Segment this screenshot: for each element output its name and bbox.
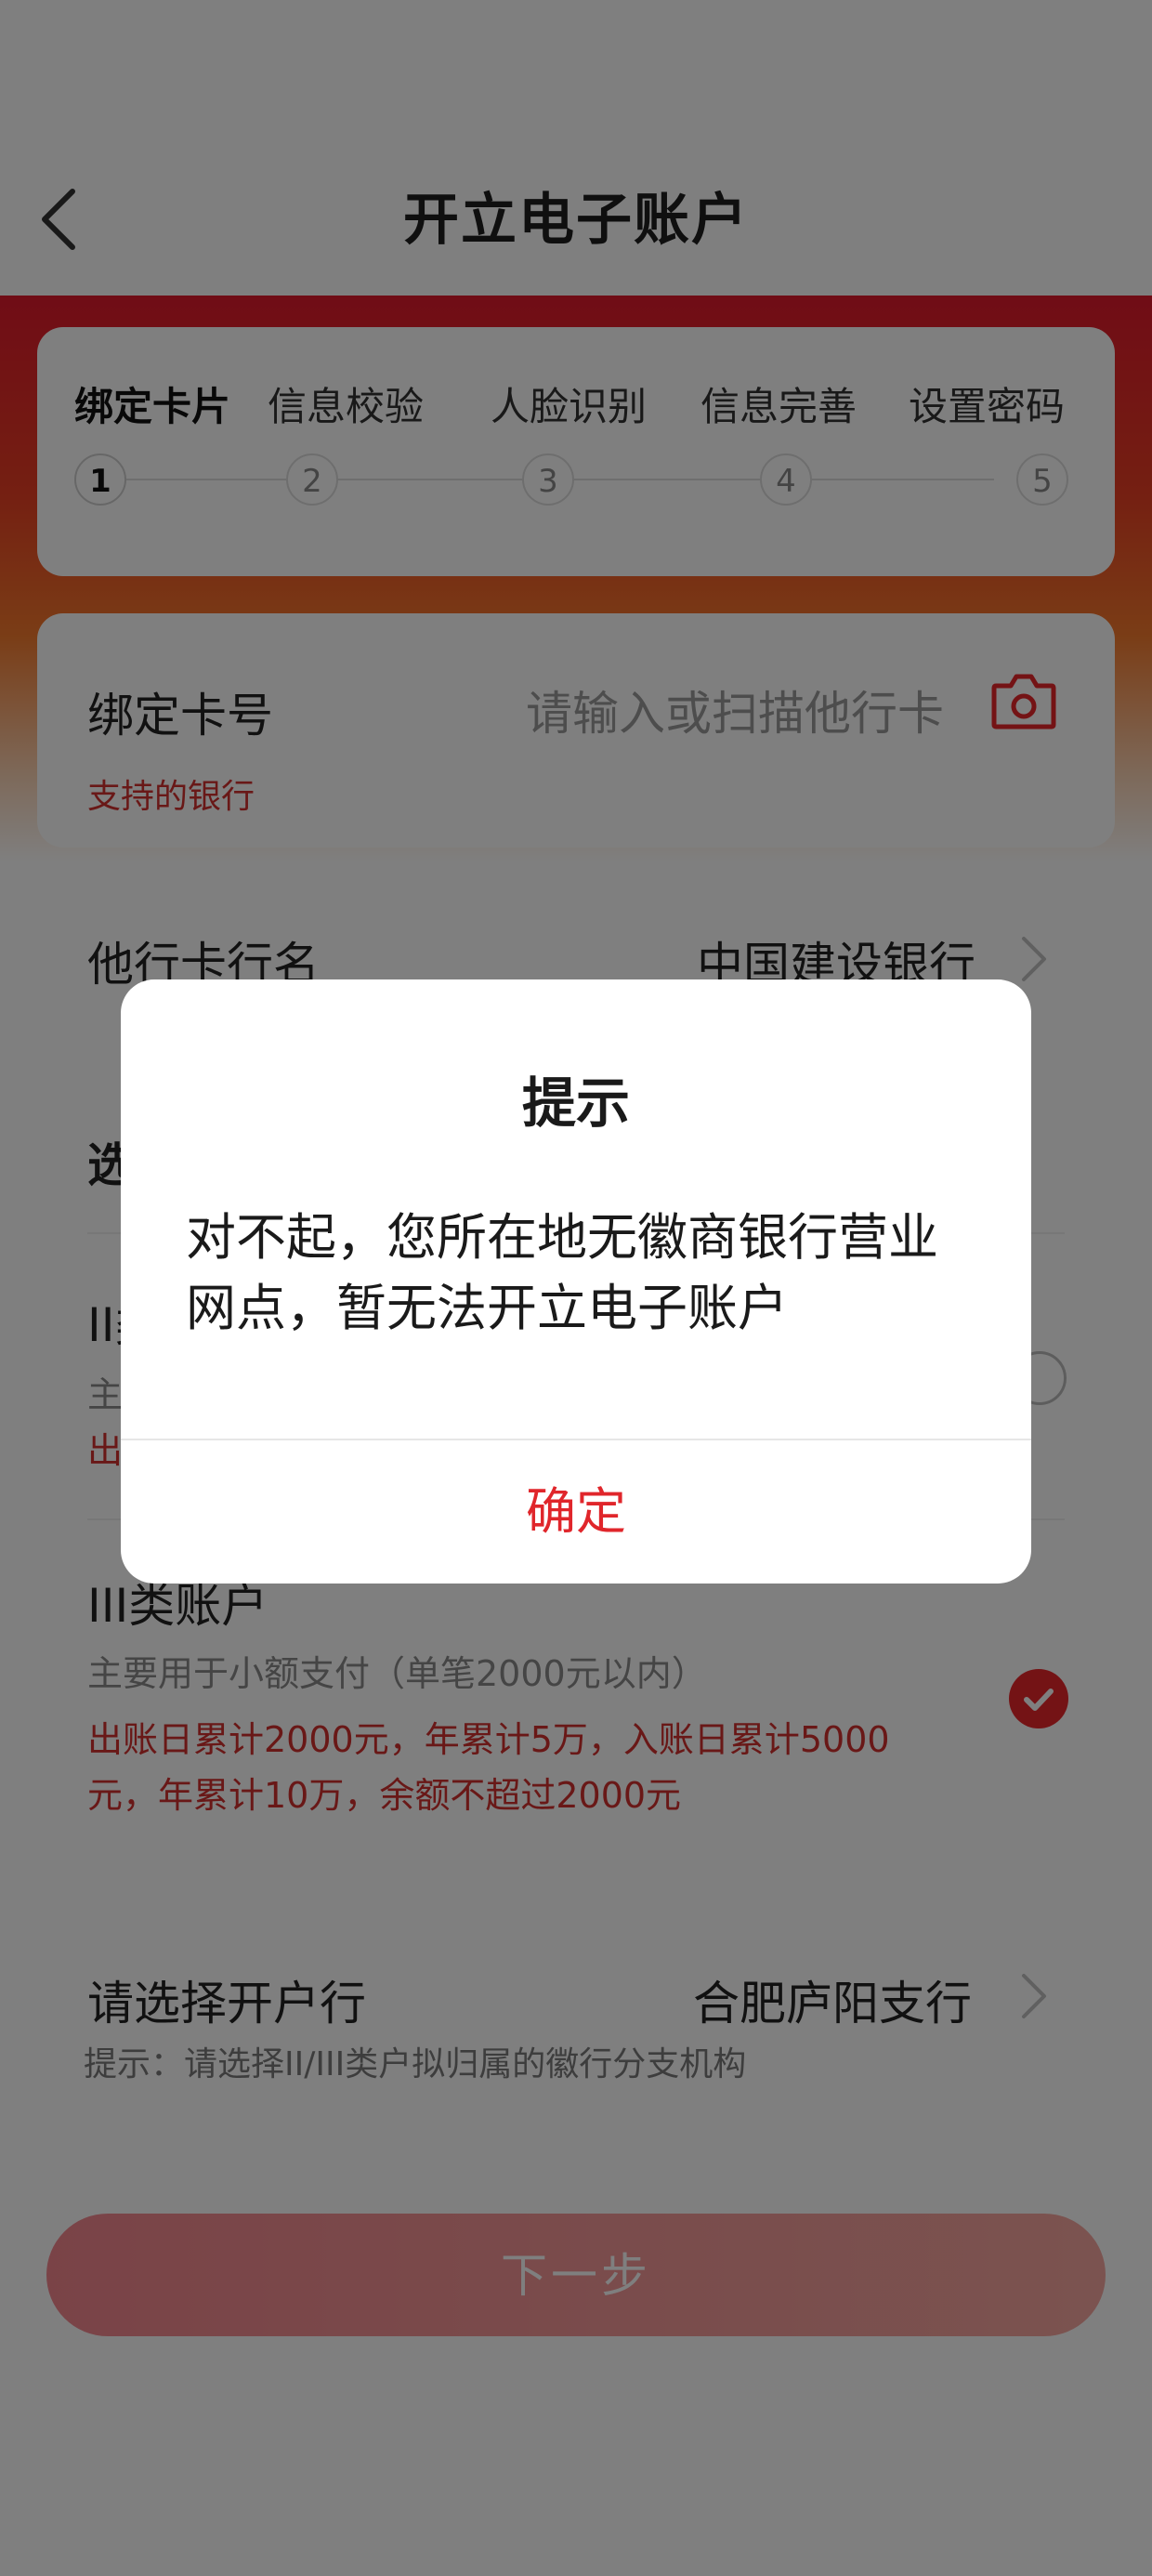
dialog-title: 提示 xyxy=(521,1071,630,1135)
dialog-confirm-button[interactable]: 确定 xyxy=(121,1440,1031,1584)
dialog-message: 对不起，您所在地无徽商银行营业网点，暂无法开立电子账户 xyxy=(186,1208,938,1337)
alert-dialog: 提示 对不起，您所在地无徽商银行营业网点，暂无法开立电子账户 确定 xyxy=(121,979,1031,1584)
